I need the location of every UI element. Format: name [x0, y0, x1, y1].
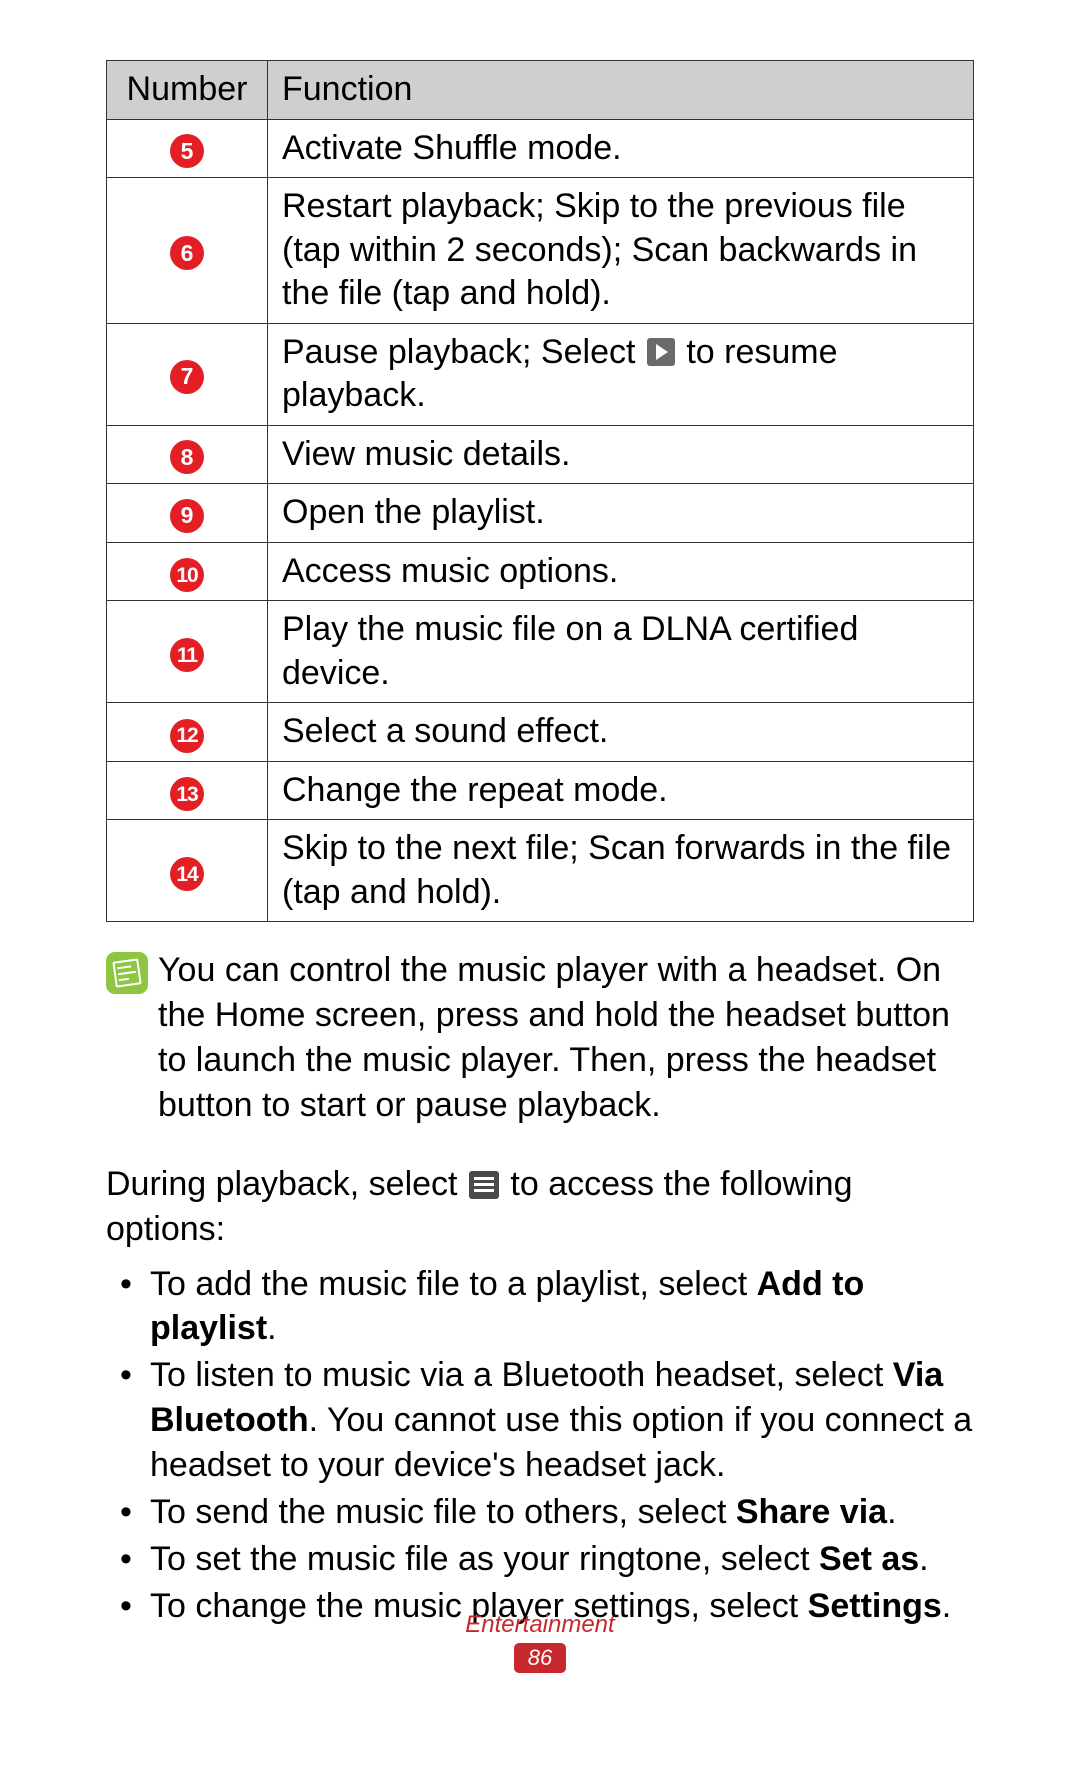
function-text: Pause playback; Select to resume playbac…	[268, 323, 974, 425]
function-text: Restart playback; Skip to the previous f…	[268, 178, 974, 324]
options-intro: During playback, select to access the fo…	[106, 1162, 974, 1252]
number-badge-9-icon: 9	[170, 499, 204, 533]
menu-icon	[469, 1171, 499, 1199]
number-badge-10-icon: 10	[170, 558, 204, 592]
table-row: 11 Play the music file on a DLNA certifi…	[107, 601, 974, 703]
list-item: To set the music file as your ringtone, …	[146, 1537, 974, 1582]
number-badge-12-icon: 12	[170, 719, 204, 753]
function-text: Access music options.	[268, 542, 974, 601]
play-icon	[647, 338, 675, 366]
list-item: To add the music file to a playlist, sel…	[146, 1262, 974, 1352]
function-text: Open the playlist.	[268, 484, 974, 543]
options-list: To add the music file to a playlist, sel…	[106, 1262, 974, 1629]
number-badge-8-icon: 8	[170, 440, 204, 474]
number-badge-7-icon: 7	[170, 360, 204, 394]
table-row: 12 Select a sound effect.	[107, 703, 974, 762]
function-table: Number Function 5 Activate Shuffle mode.…	[106, 60, 974, 922]
th-number: Number	[107, 61, 268, 120]
table-row: 7 Pause playback; Select to resume playb…	[107, 323, 974, 425]
number-badge-14-icon: 14	[170, 857, 204, 891]
th-function: Function	[268, 61, 974, 120]
table-row: 13 Change the repeat mode.	[107, 761, 974, 820]
number-badge-13-icon: 13	[170, 777, 204, 811]
number-badge-5-icon: 5	[170, 134, 204, 168]
note-icon	[106, 952, 148, 994]
note-text: You can control the music player with a …	[158, 948, 974, 1128]
function-text: Activate Shuffle mode.	[268, 119, 974, 178]
function-text: Select a sound effect.	[268, 703, 974, 762]
function-text: Skip to the next file; Scan forwards in …	[268, 820, 974, 922]
function-text: View music details.	[268, 425, 974, 484]
page-number: 86	[514, 1643, 566, 1673]
footer-section: Entertainment	[0, 1611, 1080, 1639]
table-row: 6 Restart playback; Skip to the previous…	[107, 178, 974, 324]
note-block: You can control the music player with a …	[106, 948, 974, 1128]
number-badge-6-icon: 6	[170, 236, 204, 270]
page-footer: Entertainment 86	[0, 1611, 1080, 1673]
function-text: Play the music file on a DLNA certified …	[268, 601, 974, 703]
table-row: 5 Activate Shuffle mode.	[107, 119, 974, 178]
table-row: 10 Access music options.	[107, 542, 974, 601]
table-row: 8 View music details.	[107, 425, 974, 484]
table-row: 14 Skip to the next file; Scan forwards …	[107, 820, 974, 922]
function-text: Change the repeat mode.	[268, 761, 974, 820]
number-badge-11-icon: 11	[170, 638, 204, 672]
table-row: 9 Open the playlist.	[107, 484, 974, 543]
list-item: To listen to music via a Bluetooth heads…	[146, 1353, 974, 1488]
list-item: To send the music file to others, select…	[146, 1490, 974, 1535]
